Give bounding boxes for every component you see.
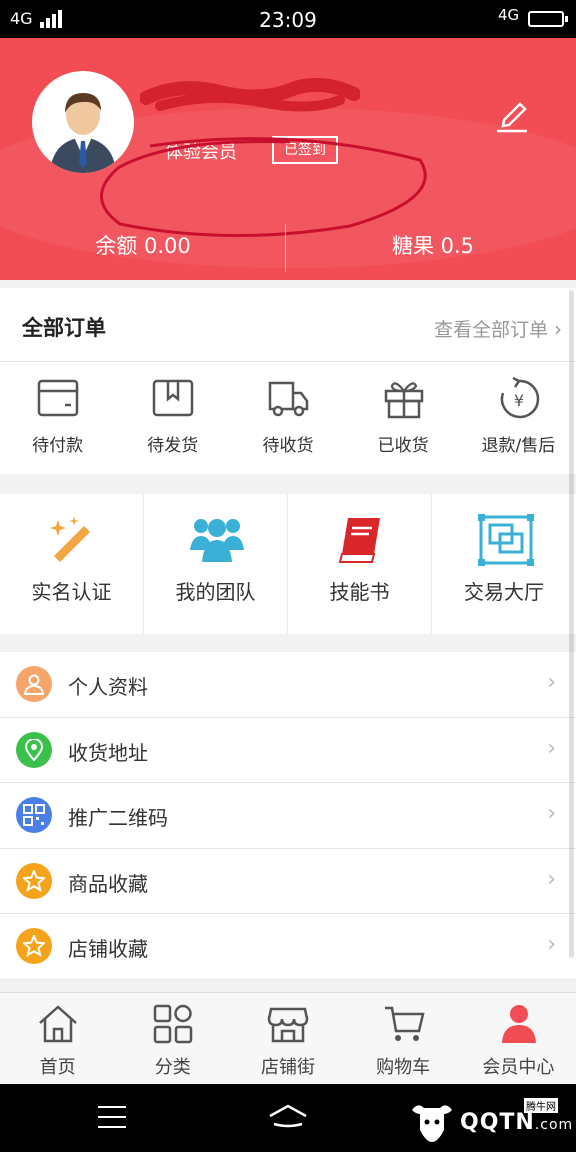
status-bar: 4G 23:09 4G — [0, 0, 576, 38]
box-icon — [152, 379, 194, 417]
tab-label: 首页 — [39, 1057, 76, 1078]
order-item-label: 待付款 — [32, 436, 84, 456]
view-all-orders-label: 查看全部订单 — [433, 319, 548, 341]
menu-item-label: 个人资料 — [68, 675, 148, 699]
watermark-logo: 腾牛网 QQTN.com — [408, 1098, 572, 1148]
chevron-right-icon: › — [547, 735, 556, 761]
app-screen: 4G 23:09 4G 体验会员 已签到 余额 0.00 糖果 0.5 全部订单… — [0, 0, 576, 1152]
chevron-right-icon: › — [547, 801, 556, 827]
clock: 23:09 — [259, 8, 317, 32]
order-received[interactable]: 已收货 — [346, 363, 461, 474]
cart-icon — [384, 1006, 425, 1041]
menu-shipping-address[interactable]: 收货地址 › — [0, 718, 576, 784]
chevron-right-icon: › — [547, 670, 556, 695]
star-icon — [16, 862, 52, 899]
quick-identity-verification[interactable]: 实名认证 — [0, 494, 144, 634]
view-all-orders-link[interactable]: 查看全部订单 › — [434, 315, 562, 342]
tab-category[interactable]: 分类 — [115, 993, 230, 1085]
order-status-row: 待付款 待发货 待收货 已收货 ¥ 退款/售后 — [0, 363, 576, 474]
menu-icon[interactable] — [98, 1106, 126, 1128]
store-icon — [268, 1007, 309, 1043]
battery-icon — [528, 11, 568, 27]
edit-icon[interactable] — [494, 98, 530, 134]
star-icon — [16, 928, 52, 965]
tab-label: 会员中心 — [482, 1057, 555, 1078]
menu-product-favorites[interactable]: 商品收藏 › — [0, 849, 576, 915]
orders-header: 全部订单 查看全部订单 › — [0, 288, 576, 362]
chevron-right-icon: › — [554, 317, 562, 341]
svg-text:¥: ¥ — [514, 391, 524, 410]
tab-label: 分类 — [154, 1057, 191, 1078]
magic-wand-icon — [50, 516, 90, 562]
candy-points[interactable]: 糖果 0.5 — [290, 230, 576, 260]
chevron-right-icon: › — [547, 866, 556, 892]
wallet-icon — [37, 379, 79, 417]
signal-label-right: 4G — [498, 6, 520, 24]
orders-card: 全部订单 查看全部订单 › 待付款 待发货 待收货 已收货 ¥ 退款/售后 — [0, 288, 576, 474]
chevron-right-icon: › — [547, 932, 556, 958]
quick-actions-grid: 实名认证 我的团队 技能书 交易大厅 — [0, 494, 576, 634]
redacted-name-scribble — [140, 78, 360, 112]
watermark-text: QQTN.com — [460, 1110, 574, 1135]
menu-item-label: 推广二维码 — [68, 806, 168, 831]
menu-item-label: 店铺收藏 — [68, 937, 148, 962]
bull-logo-icon — [412, 1105, 452, 1142]
quick-item-label: 我的团队 — [175, 580, 256, 604]
order-pending-payment[interactable]: 待付款 — [0, 363, 115, 474]
person-icon — [16, 666, 52, 702]
profile-header: 体验会员 已签到 余额 0.00 糖果 0.5 — [0, 38, 576, 280]
hand-drawn-circle-annotation — [100, 137, 427, 237]
quick-item-label: 实名认证 — [31, 580, 112, 604]
header-divider — [285, 224, 286, 272]
quick-item-label: 交易大厅 — [464, 580, 544, 604]
scrollbar[interactable] — [569, 290, 574, 958]
quick-trading-hall[interactable]: 交易大厅 — [432, 494, 576, 634]
category-icon — [153, 1004, 193, 1044]
home-icon — [39, 1005, 77, 1043]
balance[interactable]: 余额 0.00 — [0, 230, 286, 260]
tab-member-center[interactable]: 会员中心 — [461, 993, 576, 1085]
order-item-label: 退款/售后 — [481, 436, 556, 456]
menu-personal-info[interactable]: 个人资料 › — [0, 652, 576, 718]
refund-yen-icon: ¥ — [500, 377, 539, 419]
trading-hall-icon — [478, 514, 534, 566]
menu-item-label: 商品收藏 — [68, 871, 148, 896]
tab-label: 购物车 — [376, 1057, 431, 1078]
quick-my-team[interactable]: 我的团队 — [144, 494, 288, 634]
tab-label: 店铺街 — [260, 1057, 315, 1078]
bottom-tab-bar: 首页 分类 店铺街 购物车 会员中心 — [0, 992, 576, 1084]
quick-item-label: 技能书 — [329, 580, 390, 604]
home-nav-icon[interactable] — [268, 1104, 308, 1130]
team-icon — [190, 519, 244, 562]
menu-referral-qr[interactable]: 推广二维码 › — [0, 783, 576, 849]
tab-store-street[interactable]: 店铺街 — [230, 993, 345, 1085]
menu-store-favorites[interactable]: 店铺收藏 › — [0, 914, 576, 980]
quick-skill-book[interactable]: 技能书 — [288, 494, 432, 634]
order-item-label: 待发货 — [147, 436, 199, 456]
orders-title: 全部订单 — [22, 316, 106, 340]
book-icon — [338, 518, 380, 563]
member-icon — [501, 1005, 536, 1043]
qr-code-icon — [16, 797, 52, 834]
tab-cart[interactable]: 购物车 — [346, 993, 461, 1085]
menu-item-label: 收货地址 — [68, 740, 148, 765]
order-pending-receipt[interactable]: 待收货 — [230, 363, 345, 474]
gift-icon — [384, 382, 423, 419]
truck-icon — [269, 381, 309, 417]
location-pin-icon — [16, 731, 52, 768]
order-item-label: 待收货 — [262, 436, 314, 456]
order-item-label: 已收货 — [377, 436, 429, 456]
settings-menu-list: 个人资料 › 收货地址 › 推广二维码 › 商品收藏 › 店铺收藏 › — [0, 652, 576, 980]
tab-home[interactable]: 首页 — [0, 993, 115, 1085]
order-refund-aftersale[interactable]: ¥ 退款/售后 — [461, 363, 576, 474]
order-pending-shipment[interactable]: 待发货 — [115, 363, 230, 474]
